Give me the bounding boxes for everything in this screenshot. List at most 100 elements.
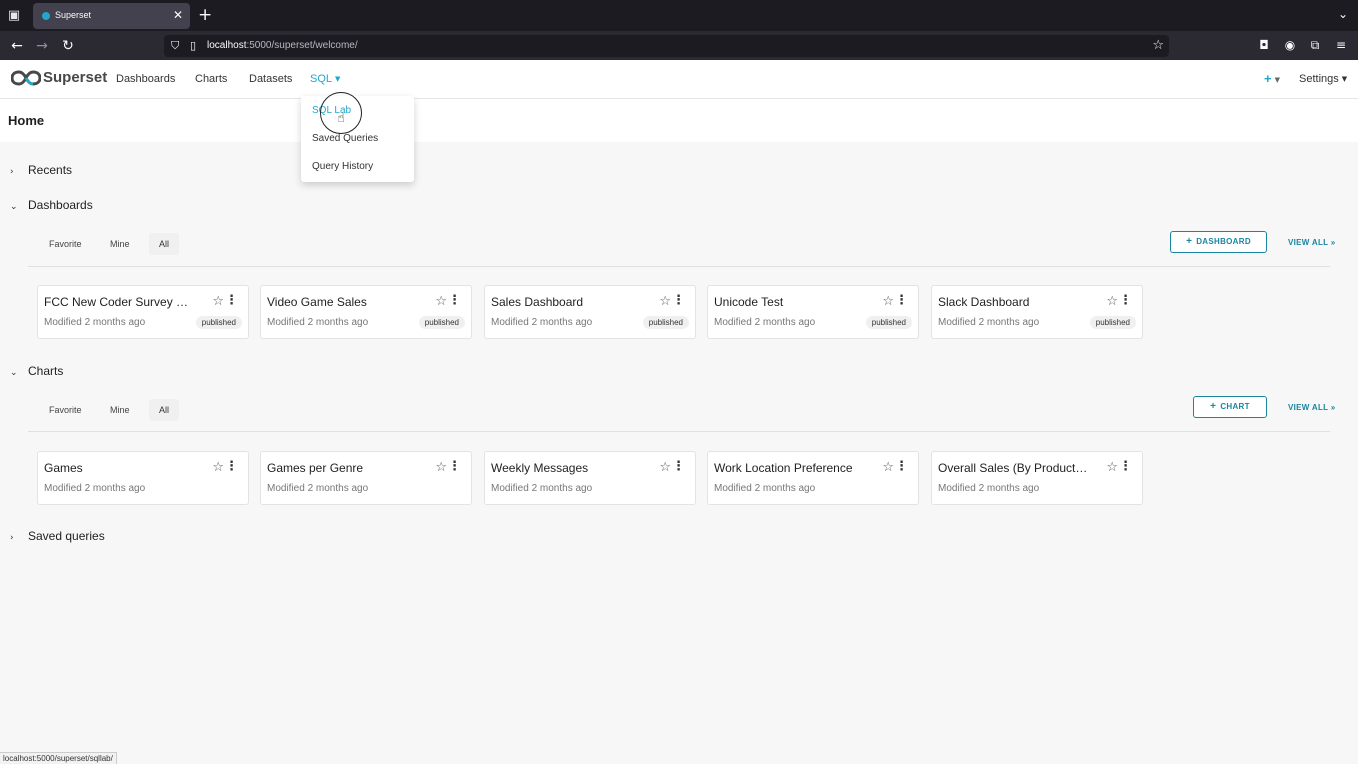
more-vertical-icon[interactable]: ⋮	[895, 460, 908, 473]
dashboard-card[interactable]: Video Game Sales ☆ ⋮ Modified 2 months a…	[260, 285, 472, 339]
status-badge: published	[1089, 316, 1136, 329]
dashboards-filter-all[interactable]: All	[149, 233, 180, 255]
dashboards-filter-mine[interactable]: Mine	[100, 233, 140, 255]
forward-icon[interactable]: →	[33, 37, 51, 55]
more-vertical-icon[interactable]: ⋮	[672, 460, 685, 473]
chart-card[interactable]: Weekly Messages ☆ ⋮ Modified 2 months ag…	[484, 451, 696, 505]
card-title[interactable]: Overall Sales (By Product Line)	[938, 461, 1088, 475]
star-icon[interactable]: ☆	[1106, 294, 1118, 309]
browser-tab[interactable]: Superset ✕	[33, 3, 190, 29]
add-dashboard-button[interactable]: + DASHBOARD	[1170, 231, 1267, 253]
chevron-right-icon: ›	[10, 167, 14, 177]
brand-name[interactable]: Superset	[43, 69, 107, 86]
dashboard-card[interactable]: Sales Dashboard ☆ ⋮ Modified 2 months ag…	[484, 285, 696, 339]
browser-tabbar: ▣ Superset ✕ + ⌄	[0, 0, 1358, 31]
section-dashboards[interactable]: ⌄ Dashboards	[10, 198, 93, 212]
star-icon[interactable]: ☆	[882, 460, 894, 475]
section-saved-queries[interactable]: › Saved queries	[10, 529, 105, 543]
plus-icon: +	[1186, 236, 1193, 247]
card-modified: Modified 2 months ago	[938, 483, 1040, 494]
star-icon[interactable]: ☆	[212, 294, 224, 309]
settings-menu[interactable]: Settings ▼	[1299, 73, 1347, 85]
close-icon[interactable]: ✕	[173, 8, 183, 22]
star-icon[interactable]: ☆	[435, 460, 447, 475]
divider	[28, 431, 1330, 432]
new-menu[interactable]: + ▼	[1264, 71, 1280, 86]
charts-view-all-link[interactable]: VIEW ALL »	[1288, 403, 1335, 412]
more-vertical-icon[interactable]: ⋮	[448, 460, 461, 473]
url-text[interactable]: localhost:5000/superset/welcome/	[207, 40, 358, 51]
star-icon[interactable]: ☆	[1106, 460, 1118, 475]
bookmark-star-icon[interactable]: ☆	[1152, 38, 1164, 53]
star-icon[interactable]: ☆	[435, 294, 447, 309]
menu-dashboards[interactable]: Dashboards	[116, 73, 175, 85]
dashboards-filter-favorite[interactable]: Favorite	[39, 233, 92, 255]
card-title[interactable]: FCC New Coder Survey 2018	[44, 295, 194, 309]
menu-datasets[interactable]: Datasets	[249, 73, 292, 85]
more-vertical-icon[interactable]: ⋮	[1119, 294, 1132, 307]
card-title[interactable]: Slack Dashboard	[938, 295, 1088, 309]
hamburger-menu-icon[interactable]: ≡	[1333, 37, 1349, 53]
status-badge: published	[642, 316, 689, 329]
star-icon[interactable]: ☆	[212, 460, 224, 475]
card-modified: Modified 2 months ago	[491, 317, 593, 328]
more-vertical-icon[interactable]: ⋮	[672, 294, 685, 307]
url-bar[interactable]: ⛉ ▯ localhost:5000/superset/welcome/ ☆	[164, 35, 1169, 57]
chevron-down-icon: ⌄	[10, 368, 18, 378]
card-title[interactable]: Games	[44, 461, 194, 475]
hand-pointer-icon: ☝	[337, 111, 345, 126]
chart-card[interactable]: Work Location Preference ☆ ⋮ Modified 2 …	[707, 451, 919, 505]
card-modified: Modified 2 months ago	[267, 317, 369, 328]
menu-item-saved-queries[interactable]: Saved Queries	[312, 133, 378, 144]
add-chart-button[interactable]: + CHART	[1193, 396, 1267, 418]
section-recents[interactable]: › Recents	[10, 163, 72, 177]
star-icon[interactable]: ☆	[659, 460, 671, 475]
chevron-right-icon: ›	[10, 533, 14, 543]
page-info-icon[interactable]: ▯	[190, 39, 196, 52]
reload-icon[interactable]: ↻	[59, 37, 77, 55]
more-vertical-icon[interactable]: ⋮	[1119, 460, 1132, 473]
charts-filter-all[interactable]: All	[149, 399, 180, 421]
chart-card[interactable]: Overall Sales (By Product Line) ☆ ⋮ Modi…	[931, 451, 1143, 505]
pocket-icon[interactable]: ◘	[1256, 37, 1272, 53]
more-vertical-icon[interactable]: ⋮	[448, 294, 461, 307]
extensions-icon[interactable]: ⧉	[1307, 37, 1323, 53]
card-title[interactable]: Unicode Test	[714, 295, 864, 309]
tab-title: Superset	[55, 10, 92, 20]
chart-card[interactable]: Games ☆ ⋮ Modified 2 months ago	[37, 451, 249, 505]
star-icon[interactable]: ☆	[659, 294, 671, 309]
browser-navbar: ← → ↻ ⛉ ▯ localhost:5000/superset/welcom…	[0, 31, 1358, 60]
chart-card[interactable]: Games per Genre ☆ ⋮ Modified 2 months ag…	[260, 451, 472, 505]
shield-icon[interactable]: ⛉	[171, 39, 179, 53]
chevron-down-icon[interactable]: ⌄	[1338, 7, 1348, 21]
more-vertical-icon[interactable]: ⋮	[895, 294, 908, 307]
dashboard-card[interactable]: Slack Dashboard ☆ ⋮ Modified 2 months ag…	[931, 285, 1143, 339]
menu-sql[interactable]: SQL ▼	[310, 73, 340, 85]
superset-logo-icon[interactable]	[11, 70, 41, 86]
dashboard-card[interactable]: FCC New Coder Survey 2018 ☆ ⋮ Modified 2…	[37, 285, 249, 339]
tab-list-icon[interactable]: ▣	[6, 8, 22, 24]
dashboard-card[interactable]: Unicode Test ☆ ⋮ Modified 2 months ago p…	[707, 285, 919, 339]
section-charts[interactable]: ⌄ Charts	[10, 364, 63, 378]
star-icon[interactable]: ☆	[882, 294, 894, 309]
menu-item-query-history[interactable]: Query History	[312, 161, 373, 172]
plus-icon: +	[1210, 401, 1217, 412]
more-vertical-icon[interactable]: ⋮	[225, 460, 238, 473]
account-icon[interactable]: ◉	[1282, 37, 1298, 53]
card-title[interactable]: Games per Genre	[267, 461, 417, 475]
charts-filter-mine[interactable]: Mine	[100, 399, 140, 421]
back-icon[interactable]: ←	[8, 37, 26, 55]
caret-down-icon: ▼	[1341, 75, 1348, 83]
status-badge: published	[865, 316, 912, 329]
menu-charts[interactable]: Charts	[195, 73, 227, 85]
card-title[interactable]: Sales Dashboard	[491, 295, 641, 309]
card-title[interactable]: Weekly Messages	[491, 461, 641, 475]
card-modified: Modified 2 months ago	[714, 317, 816, 328]
status-badge: published	[418, 316, 465, 329]
new-tab-icon[interactable]: +	[198, 6, 212, 24]
card-title[interactable]: Work Location Preference	[714, 461, 864, 475]
dashboards-view-all-link[interactable]: VIEW ALL »	[1288, 238, 1335, 247]
card-title[interactable]: Video Game Sales	[267, 295, 417, 309]
more-vertical-icon[interactable]: ⋮	[225, 294, 238, 307]
charts-filter-favorite[interactable]: Favorite	[39, 399, 92, 421]
